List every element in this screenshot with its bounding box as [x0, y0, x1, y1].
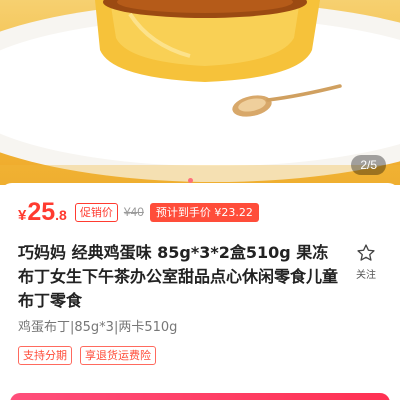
service-badges: 支持分期 享退货运费险	[18, 346, 164, 365]
selected-spec[interactable]: 鸡蛋布丁|85g*3|两卡510g	[18, 316, 177, 335]
price-integer: 25	[27, 197, 56, 226]
original-price: ¥40	[123, 205, 144, 219]
product-info-card: ¥ 25 .8 促销价 ¥40 预计到手价 ¥23.22 巧妈妈 经典鸡蛋味 8…	[0, 183, 400, 400]
next-section-banner	[10, 393, 390, 400]
estimated-price-badge[interactable]: 预计到手价 ¥23.22	[149, 202, 259, 222]
image-counter: 2/5	[351, 155, 386, 175]
promo-price-tag: 促销价	[74, 202, 118, 222]
return-shipping-insurance-badge[interactable]: 享退货运费险	[80, 346, 156, 365]
price-row: ¥ 25 .8 促销价 ¥40 预计到手价 ¥23.22	[18, 197, 259, 227]
current-price: ¥ 25 .8	[18, 198, 67, 227]
price-decimal: .8	[55, 206, 67, 223]
follow-button[interactable]: 关注	[348, 243, 384, 281]
star-icon	[357, 244, 375, 261]
pudding-photo	[0, 0, 400, 185]
product-title: 巧妈妈 经典鸡蛋味 85g*3*2盒510g 果冻布丁女生下午茶办公室甜品点心休…	[18, 243, 339, 310]
currency-symbol: ¥	[18, 206, 27, 224]
follow-label: 关注	[356, 270, 376, 281]
product-image-carousel[interactable]: 2/5	[0, 0, 400, 185]
installment-badge[interactable]: 支持分期	[18, 346, 72, 365]
